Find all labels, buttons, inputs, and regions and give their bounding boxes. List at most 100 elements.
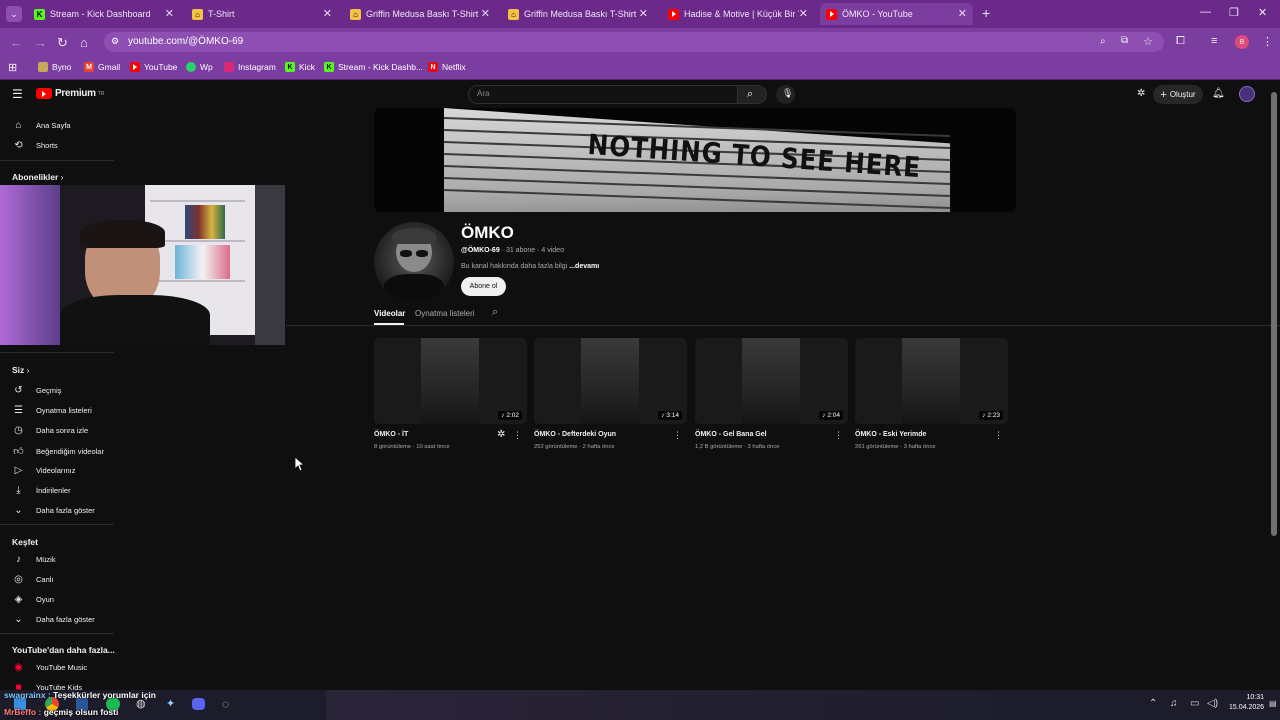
more-options-icon[interactable]: ⋮ — [673, 430, 682, 441]
subscribe-button[interactable]: Abone ol — [461, 277, 506, 296]
gear-icon[interactable]: ✲ — [1137, 88, 1145, 99]
video-title[interactable]: ÖMKO - Eski Yerimde — [855, 431, 926, 438]
close-icon[interactable]: ✕ — [958, 7, 967, 20]
bookmark-youtube[interactable]: YouTube — [130, 62, 177, 72]
search-button[interactable]: ⌕ — [737, 85, 767, 104]
bell-icon[interactable]: 🔔︎ — [1212, 88, 1225, 99]
discord-icon[interactable] — [192, 698, 205, 710]
youtube-premium-logo[interactable]: Premium TR — [36, 88, 104, 99]
media-control-icon[interactable]: ≡ — [1211, 35, 1217, 47]
video-card[interactable]: ♪ 3:14 ÖMKO - Defterdeki Oyun 252 görünt… — [534, 338, 687, 450]
forward-icon[interactable]: → — [34, 35, 47, 50]
more-options-icon[interactable]: ⋮ — [513, 430, 522, 441]
sidebar-item-explore-more[interactable]: ⌄ Daha fazla göster — [12, 614, 95, 625]
close-icon[interactable]: ✕ — [323, 7, 332, 20]
close-icon[interactable]: ✕ — [799, 7, 808, 20]
home-icon[interactable]: ⌂ — [80, 35, 88, 50]
tab-hadise[interactable]: Hadise & Motive | Küçük Bir Yol ✕ — [662, 3, 814, 25]
create-button[interactable]: + Oluştur — [1153, 85, 1203, 104]
tab-search-button[interactable]: ⌄ — [6, 6, 22, 22]
close-icon[interactable]: ✕ — [165, 7, 174, 20]
bookmark-instagram[interactable]: Instagram — [224, 62, 276, 72]
sidebar-item-your-videos[interactable]: ▷ Videolarınız — [12, 465, 76, 476]
sidebar-item-history[interactable]: ↺ Geçmiş — [12, 385, 61, 396]
tab-griffin-s[interactable]: ⌂ Griffin Medusa Baskı T-Shirt - S ✕ — [502, 3, 654, 25]
restore-button[interactable]: ❐ — [1229, 6, 1239, 19]
sidebar-item-playlists[interactable]: ☰ Oynatma listeleri — [12, 405, 92, 416]
tab-videos[interactable]: Videolar — [374, 309, 405, 318]
sidebar-item-shorts[interactable]: ⟲ Shorts — [12, 140, 57, 151]
sidebar-item-watch-later[interactable]: ◷ Daha sonra izle — [12, 425, 88, 436]
sidebar-item-downloads[interactable]: ⤓ İndirilenler — [12, 485, 70, 496]
close-window-button[interactable]: ✕ — [1258, 6, 1267, 19]
zoom-icon[interactable]: ⌕ — [1100, 36, 1106, 47]
site-info-icon[interactable]: ⚙ — [111, 36, 119, 47]
subscriptions-heading[interactable]: Abonelikler › — [12, 172, 64, 182]
sidebar-item-liked[interactable]: 👍︎ Beğendiğim videolar — [12, 445, 104, 457]
tab-kick-dashboard[interactable]: K Stream - Kick Dashboard ✕ — [28, 3, 180, 25]
network-icon[interactable]: ▭ — [1190, 698, 1199, 709]
tray-overflow-icon[interactable]: ⌃ — [1149, 698, 1157, 709]
profile-avatar[interactable]: B — [1235, 35, 1249, 49]
gear-icon[interactable]: ✲ — [497, 429, 505, 440]
bookmark-byno[interactable]: Byno — [38, 62, 71, 72]
minimize-button[interactable]: — — [1200, 6, 1211, 18]
channel-search-icon[interactable]: ⌕ — [492, 306, 498, 319]
search-input[interactable] — [468, 85, 738, 104]
sidebar-item-gaming[interactable]: ◈ Oyun — [12, 594, 54, 605]
bookmark-star-icon[interactable]: ☆ — [1143, 35, 1153, 48]
menu-dots-icon[interactable]: ⋮ — [1262, 35, 1273, 48]
video-thumbnail[interactable]: ♪ 2:02 — [374, 338, 527, 424]
new-tab-button[interactable]: + — [982, 5, 990, 21]
channel-description[interactable]: Bu kanal hakkında daha fazla bilgi ...de… — [461, 263, 599, 270]
bookmark-gmail[interactable]: M Gmail — [84, 62, 120, 72]
video-thumbnail[interactable]: ♪ 2:04 — [695, 338, 848, 424]
sidebar-item-youtube-music[interactable]: ◉ YouTube Music — [12, 662, 87, 673]
video-title[interactable]: ÖMKO - İT — [374, 431, 408, 438]
tab-omko-youtube[interactable]: ÖMKO - YouTube ✕ — [820, 3, 973, 25]
bookmark-kick[interactable]: K Kick — [285, 62, 315, 72]
tab-tshirt[interactable]: ⌂ T-Shirt ✕ — [186, 3, 338, 25]
video-thumbnail[interactable]: ♪ 2:23 — [855, 338, 1008, 424]
system-clock[interactable]: 10:31 15.04.2026 — [1229, 693, 1264, 713]
video-card[interactable]: ♪ 2:23 ÖMKO - Eski Yerimde 261 görüntüle… — [855, 338, 1008, 450]
reload-icon[interactable]: ↻ — [57, 35, 68, 51]
video-card[interactable]: ♪ 2:02 ÖMKO - İT 8 görüntüleme · 10 saat… — [374, 338, 527, 450]
notification-icon[interactable]: ▤ — [1269, 699, 1277, 708]
more-link[interactable]: ...devamı — [569, 263, 599, 270]
account-avatar[interactable] — [1239, 86, 1255, 102]
install-app-icon[interactable]: ⧉ — [1121, 35, 1128, 46]
apps-grid-icon[interactable]: ⊞ — [8, 61, 17, 74]
video-title[interactable]: ÖMKO - Defterdeki Oyun — [534, 431, 616, 438]
voice-search-button[interactable]: 🎙 — [776, 85, 795, 104]
video-thumbnail[interactable]: ♪ 3:14 — [534, 338, 687, 424]
page-scrollbar[interactable] — [1271, 92, 1277, 536]
volume-icon[interactable]: ◁) — [1207, 698, 1218, 709]
app-icon[interactable]: ◌ — [222, 697, 229, 711]
subscriber-count: 31 abone — [505, 247, 536, 254]
hamburger-menu-icon[interactable]: ☰ — [12, 87, 23, 101]
sidebar-item-show-more[interactable]: ⌄ Daha fazla göster — [12, 505, 95, 516]
sidebar-item-music[interactable]: ♪ Müzik — [12, 554, 56, 565]
bookmark-wp[interactable]: Wp — [186, 62, 213, 72]
close-icon[interactable]: ✕ — [639, 7, 648, 20]
url-text[interactable]: youtube.com/@ÖMKO-69 — [128, 36, 243, 47]
url-box[interactable] — [104, 32, 1164, 52]
close-icon[interactable]: ✕ — [481, 7, 490, 20]
more-options-icon[interactable]: ⋮ — [994, 430, 1003, 441]
tab-griffin-b[interactable]: ⌂ Griffin Medusa Baskı T-Shirt - B ✕ — [344, 3, 496, 25]
bookmark-netflix[interactable]: N Netflix — [428, 62, 466, 72]
tab-playlists[interactable]: Oynatma listeleri — [415, 309, 475, 318]
back-icon[interactable]: ← — [10, 35, 23, 50]
extensions-icon[interactable]: ⧠ — [1176, 35, 1185, 48]
mic-tray-icon[interactable]: ♫ — [1170, 698, 1178, 709]
video-title[interactable]: ÖMKO - Gel Bana Gel — [695, 431, 767, 438]
channel-avatar[interactable] — [374, 222, 454, 302]
video-card[interactable]: ♪ 2:04 ÖMKO - Gel Bana Gel 1,2 B görüntü… — [695, 338, 848, 450]
sidebar-item-home[interactable]: ⌂ Ana Sayfa — [12, 120, 70, 131]
bookmark-stream-kick[interactable]: K Stream - Kick Dashb... — [324, 62, 423, 72]
more-options-icon[interactable]: ⋮ — [834, 430, 843, 441]
app-icon[interactable]: ✦ — [166, 697, 175, 710]
you-heading[interactable]: Siz › — [12, 365, 30, 375]
sidebar-item-live[interactable]: ◎ Canlı — [12, 574, 53, 585]
